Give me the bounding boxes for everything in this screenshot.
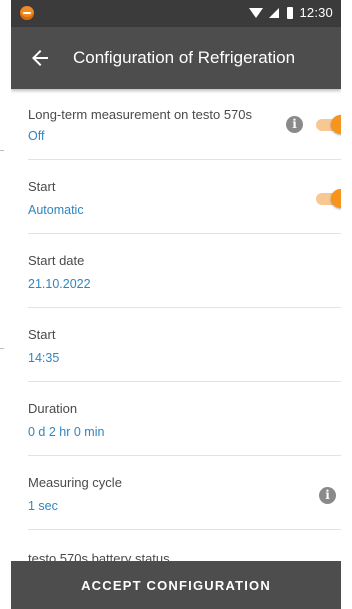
toggle-thumb [331,189,341,208]
setting-label: Duration [28,401,78,416]
setting-value: 1 sec [28,499,58,513]
setting-measuring-cycle[interactable]: Measuring cycle 1 sec i [28,456,341,530]
setting-label: Measuring cycle [28,475,122,490]
start-automatic-toggle[interactable] [314,189,341,208]
info-icon[interactable]: i [286,116,303,133]
setting-value: 14:35 [28,351,60,365]
info-icon[interactable]: i [319,487,336,504]
status-time: 12:30 [299,5,333,20]
page-title: Configuration of Refrigeration [73,48,296,67]
accept-configuration-label: ACCEPT CONFIGURATION [81,577,271,593]
app-bar: Configuration of Refrigeration [11,27,341,89]
phone-screen: 12:30 Configuration of Refrigeration Lon… [11,0,341,609]
setting-value: 21.10.2022 [28,277,91,291]
setting-start-date[interactable]: Start date 21.10.2022 [28,234,341,308]
battery-icon [287,6,294,19]
long-term-measurement-toggle[interactable] [314,115,341,134]
setting-start-mode[interactable]: Start Automatic [28,160,341,234]
setting-label: Start date [28,253,85,268]
toggle-thumb [331,115,341,134]
left-edge-tick [0,150,4,151]
status-icons: 12:30 [249,5,333,20]
setting-battery-status-label: testo 570s battery status [28,551,170,561]
testo-logo-icon [20,6,34,20]
setting-start-time[interactable]: Start 14:35 [28,308,341,382]
accept-configuration-button[interactable]: ACCEPT CONFIGURATION [11,561,341,609]
setting-label: Start [28,327,56,342]
wifi-icon [249,8,264,18]
setting-long-term-measurement[interactable]: Long-term measurement on testo 570s Off … [28,89,341,160]
left-edge-tick [0,348,4,349]
setting-label: Long-term measurement on testo 570s [28,107,253,122]
settings-list: Long-term measurement on testo 570s Off … [11,89,341,561]
arrow-left-icon[interactable] [28,46,52,70]
setting-value: Off [28,129,45,143]
setting-value: Automatic [28,203,84,217]
signal-icon [269,7,280,18]
status-bar: 12:30 [11,0,341,27]
setting-label: Start [28,179,56,194]
setting-duration[interactable]: Duration 0 d 2 hr 0 min [28,382,341,456]
setting-value: 0 d 2 hr 0 min [28,425,105,439]
